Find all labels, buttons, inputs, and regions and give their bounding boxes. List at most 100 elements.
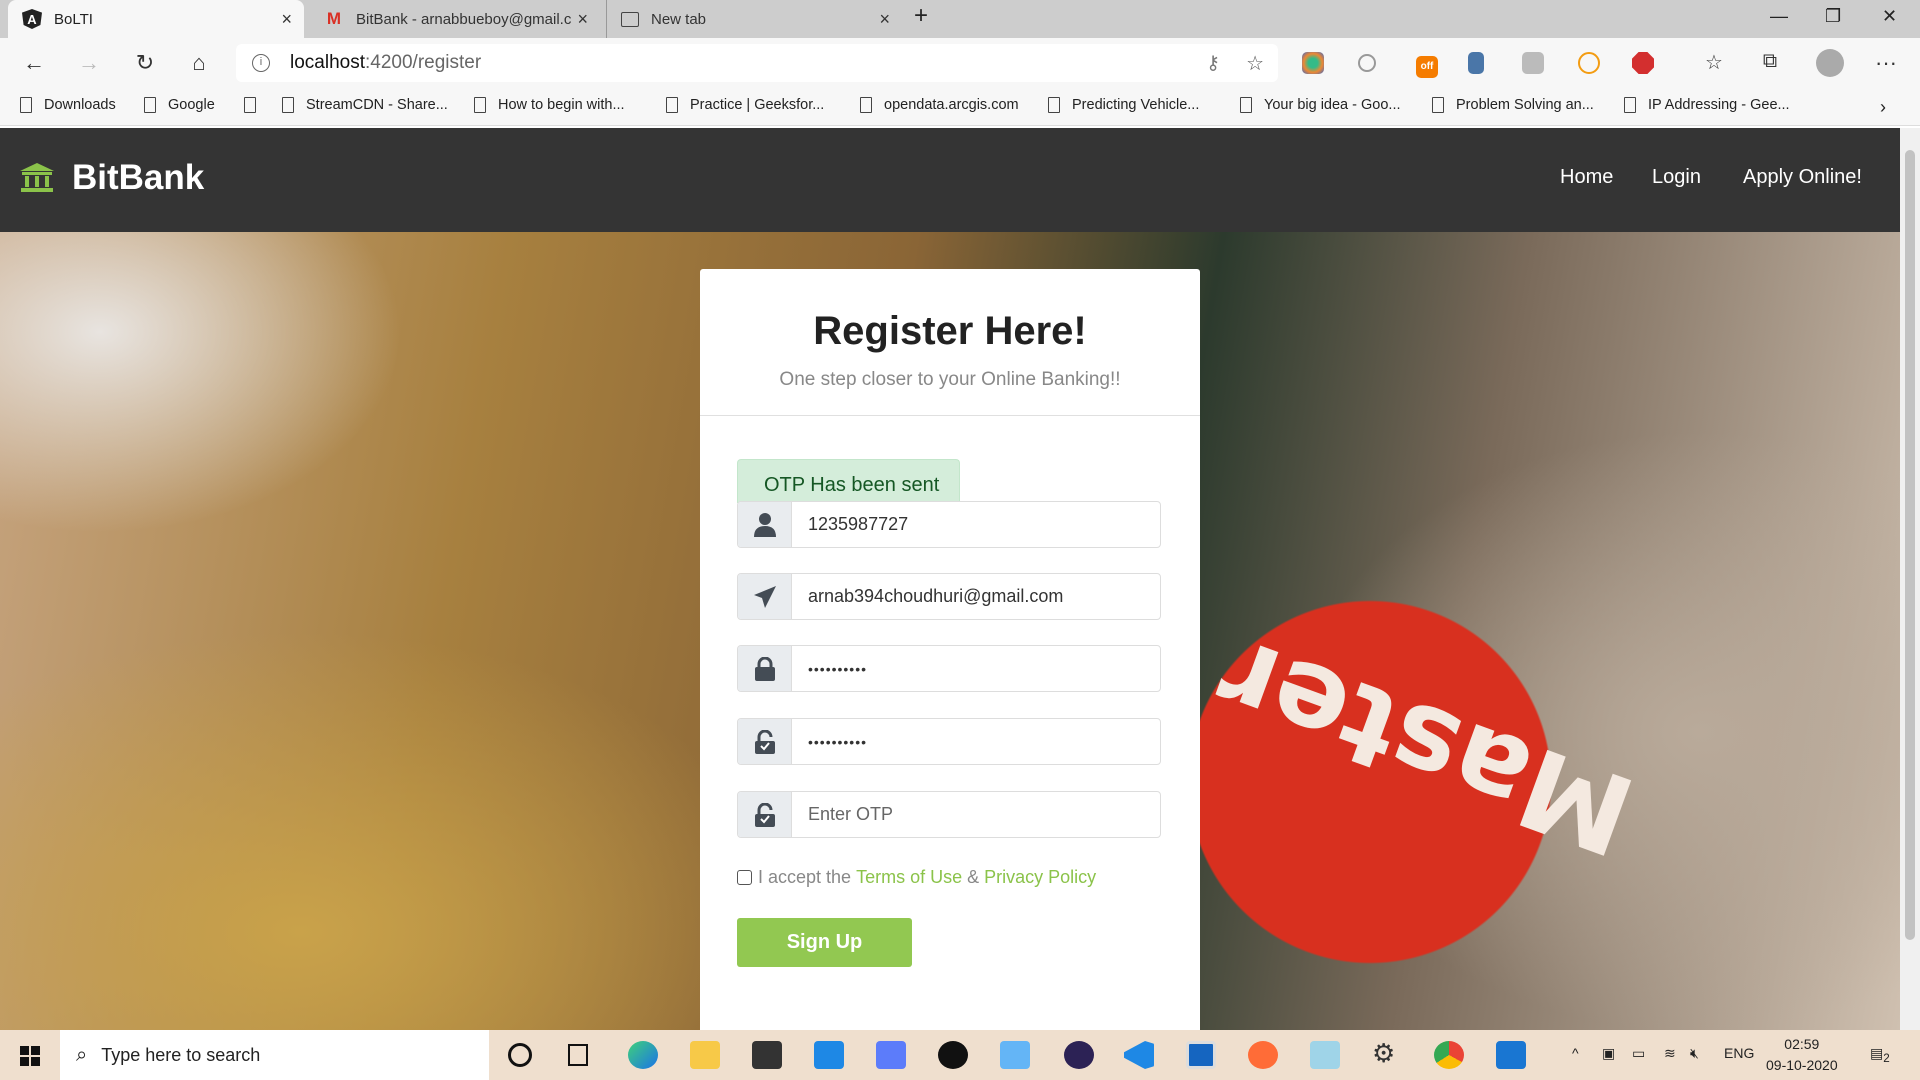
page-title: Register Here!	[813, 309, 1087, 353]
mail-icon[interactable]	[814, 1041, 844, 1069]
confirm-password-input[interactable]: ••••••••••	[792, 719, 1160, 764]
vscode-icon[interactable]	[1124, 1041, 1154, 1069]
file-explorer-icon[interactable]	[690, 1041, 720, 1069]
tab-title: New tab	[651, 10, 707, 28]
bookmark-item[interactable]: How to begin with...	[474, 97, 625, 113]
volume-muted-icon[interactable]: 🔇︎	[1690, 1045, 1699, 1062]
tab-title: BoLTI	[54, 10, 93, 28]
language-indicator[interactable]: ENG	[1724, 1045, 1754, 1061]
privacy-policy-link[interactable]: Privacy Policy	[984, 867, 1096, 888]
extension-icon[interactable]	[1358, 54, 1376, 72]
tray-app-icon[interactable]: ▣	[1602, 1045, 1615, 1062]
off-extension-icon[interactable]: off	[1416, 56, 1438, 78]
close-tab-icon[interactable]: ×	[879, 9, 890, 30]
adblock-icon[interactable]	[1632, 52, 1654, 74]
chevron-right-icon[interactable]: ›	[1880, 97, 1886, 118]
bookmark-item[interactable]: opendata.arcgis.com	[860, 97, 1019, 113]
terms-prefix: I accept the	[758, 867, 852, 887]
url-path: :4200/register	[365, 52, 482, 73]
forward-icon[interactable]: →	[75, 50, 103, 76]
page-icon	[474, 97, 486, 113]
tab-gmail[interactable]: M BitBank - arnabbueboy@gmail.c ×	[310, 0, 600, 38]
terms-of-use-link[interactable]: Terms of Use	[856, 867, 962, 888]
scrollbar-thumb[interactable]	[1905, 150, 1915, 940]
phone-input[interactable]: 1235987727	[792, 502, 1160, 547]
tab-bolti[interactable]: A BoLTI ×	[8, 0, 304, 38]
close-window-button[interactable]: ✕	[1882, 6, 1897, 27]
nav-login[interactable]: Login	[1652, 166, 1701, 189]
tab-title: BitBank - arnabbueboy@gmail.c	[356, 10, 572, 28]
page-scrollbar[interactable]	[1900, 128, 1920, 1030]
profile-avatar[interactable]	[1816, 49, 1844, 77]
windows-start-icon[interactable]	[20, 1046, 40, 1066]
close-tab-icon[interactable]: ×	[577, 9, 588, 30]
bookmark-item[interactable]: StreamCDN - Share...	[282, 97, 448, 113]
url-host: localhost	[290, 52, 365, 73]
app-window-icon[interactable]	[1186, 1041, 1216, 1069]
page-icon	[860, 97, 872, 113]
cortana-icon[interactable]	[508, 1043, 532, 1067]
computer-icon[interactable]	[1000, 1041, 1030, 1069]
bookmark-item[interactable]: IP Addressing - Gee...	[1624, 97, 1790, 113]
nav-home[interactable]: Home	[1560, 166, 1613, 189]
address-bar[interactable]: i localhost:4200/register ⚷ ☆	[236, 44, 1278, 82]
home-icon[interactable]: ⌂	[185, 50, 213, 76]
idm-extension-icon[interactable]	[1302, 52, 1324, 74]
favorites-icon[interactable]: ☆	[1700, 50, 1728, 75]
battery-icon[interactable]: ▭	[1632, 1045, 1645, 1062]
bookmark-item[interactable]: Predicting Vehicle...	[1048, 97, 1199, 113]
bookmark-item[interactable]: Your big idea - Goo...	[1240, 97, 1401, 113]
lock-check-icon	[738, 719, 792, 764]
time: 02:59	[1784, 1036, 1820, 1052]
otp-sent-alert: OTP Has been sent	[737, 459, 960, 503]
xbox-icon[interactable]	[938, 1041, 968, 1069]
close-tab-icon[interactable]: ×	[281, 9, 292, 30]
bookmark-item[interactable]: Google	[144, 97, 215, 113]
bookmark-item[interactable]: Downloads	[20, 97, 116, 113]
info-icon: i	[252, 54, 270, 72]
tab-new[interactable]: New tab ×	[606, 0, 902, 38]
eclipse-icon[interactable]	[1064, 1041, 1094, 1069]
notepad-icon[interactable]	[1310, 1041, 1340, 1069]
more-icon[interactable]: ···	[1872, 50, 1900, 76]
clock[interactable]: 02:59 09-10-2020	[1766, 1034, 1838, 1076]
refresh-icon[interactable]: ↻	[131, 50, 159, 76]
teamviewer-icon[interactable]	[1496, 1041, 1526, 1069]
chrome-icon[interactable]	[1434, 1041, 1464, 1069]
store-icon[interactable]	[752, 1041, 782, 1069]
settings-icon[interactable]: ⚙	[1372, 1038, 1402, 1068]
minimize-button[interactable]: —	[1770, 6, 1788, 27]
angular-icon: A	[22, 9, 42, 29]
edge-icon[interactable]	[628, 1041, 658, 1069]
taskbar-search[interactable]: ⌕ Type here to search	[60, 1030, 489, 1080]
terms-checkbox[interactable]	[737, 870, 752, 885]
notifications-icon[interactable]: ▤2	[1870, 1045, 1890, 1065]
page-icon	[282, 97, 294, 113]
bookmark-label: Your big idea - Goo...	[1264, 97, 1401, 113]
back-icon[interactable]: ←	[20, 50, 48, 76]
date: 09-10-2020	[1766, 1057, 1838, 1073]
tray-chevron-icon[interactable]: ^	[1572, 1045, 1579, 1061]
otp-input[interactable]: Enter OTP	[792, 792, 1160, 837]
app-icon[interactable]	[876, 1041, 906, 1069]
email-input[interactable]: arnab394choudhuri@gmail.com	[792, 574, 1160, 619]
sign-up-button[interactable]: Sign Up	[737, 918, 912, 967]
key-icon[interactable]: ⚷	[1206, 52, 1220, 75]
postman-icon[interactable]	[1248, 1041, 1278, 1069]
bookmark-item[interactable]: Practice | Geeksfor...	[666, 97, 824, 113]
nav-apply-online[interactable]: Apply Online!	[1743, 166, 1862, 189]
password-input[interactable]: ••••••••••	[792, 646, 1160, 691]
brand-logo[interactable]: BitBank	[20, 158, 204, 198]
collections-icon[interactable]: ⧉	[1756, 50, 1784, 73]
download-extension-icon[interactable]	[1578, 52, 1600, 74]
h-extension-icon[interactable]	[1522, 52, 1544, 74]
task-view-icon[interactable]	[568, 1044, 588, 1066]
bookmarks-bar: Downloads Google StreamCDN - Share... Ho…	[0, 88, 1920, 126]
wifi-icon[interactable]: ≋	[1664, 1045, 1676, 1062]
bookmark-item[interactable]	[244, 97, 268, 113]
favorite-star-icon[interactable]: ☆	[1246, 51, 1264, 76]
new-tab-button[interactable]: +	[914, 2, 928, 30]
bookmark-item[interactable]: Problem Solving an...	[1432, 97, 1594, 113]
restore-button[interactable]: ❐	[1825, 6, 1841, 27]
vk-extension-icon[interactable]	[1468, 52, 1484, 74]
